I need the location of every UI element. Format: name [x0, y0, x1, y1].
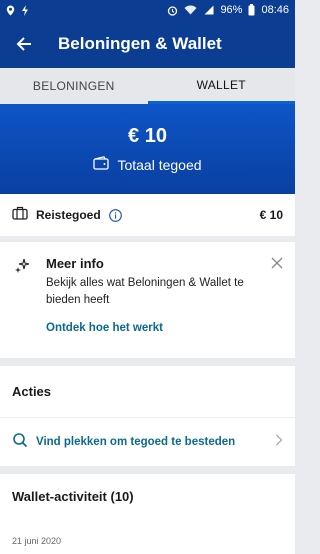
- acties-title: Acties: [0, 366, 295, 418]
- back-button[interactable]: [10, 30, 38, 58]
- clock: 08:46: [261, 4, 289, 16]
- battery-percentage: 96%: [220, 4, 243, 16]
- tab-bar: BELONINGEN WALLET: [0, 68, 295, 104]
- wallet-icon: [93, 156, 110, 173]
- find-places-label: Vind plekken om tegoed te besteden: [36, 436, 236, 448]
- reistegoed-label: Reistegoed: [36, 208, 101, 222]
- sparkle-icon: [14, 258, 30, 279]
- total-balance-label: Totaal tegoed: [117, 156, 202, 173]
- wallet-activity-section: Wallet-activiteit (10) 21 juni 2020: [0, 474, 295, 554]
- location-icon: [6, 5, 15, 16]
- wifi-icon: [184, 5, 197, 15]
- alarm-icon: [167, 5, 178, 16]
- total-balance-amount: € 10: [128, 125, 167, 147]
- battery-icon: [248, 4, 255, 16]
- chevron-right-icon: [275, 433, 283, 451]
- flash-icon: [21, 4, 29, 16]
- balance-banner: € 10 Totaal tegoed: [0, 104, 295, 194]
- info-icon[interactable]: [108, 208, 122, 222]
- status-bar: 96% 08:46: [0, 0, 295, 20]
- close-icon[interactable]: [271, 256, 283, 274]
- wallet-activity-title: Wallet-activiteit (10): [12, 488, 134, 504]
- app-bar: Beloningen & Wallet: [0, 20, 295, 68]
- tab-wallet[interactable]: WALLET: [147, 68, 295, 104]
- tab-beloningen[interactable]: BELONINGEN: [0, 68, 148, 104]
- meer-info-card: Meer info Bekijk alles wat Beloningen & …: [0, 242, 295, 358]
- find-places-item[interactable]: Vind plekken om tegoed te besteden: [0, 418, 295, 466]
- search-icon: [12, 432, 28, 453]
- arrow-left-icon: [16, 37, 31, 51]
- signal-icon: [203, 5, 214, 15]
- page-title: Beloningen & Wallet: [58, 34, 222, 53]
- suitcase-icon: [12, 206, 28, 225]
- reistegoed-row: Reistegoed € 10: [0, 194, 295, 236]
- meer-info-title: Meer info: [46, 256, 104, 271]
- ontdek-link[interactable]: Ontdek hoe het werkt: [46, 322, 163, 334]
- meer-info-text: Bekijk alles wat Beloningen & Wallet te …: [46, 277, 244, 306]
- acties-section: Acties Vind plekken om tegoed te bestede…: [0, 366, 295, 466]
- reistegoed-value: € 10: [259, 208, 283, 222]
- activity-date: 21 juni 2020: [12, 536, 62, 546]
